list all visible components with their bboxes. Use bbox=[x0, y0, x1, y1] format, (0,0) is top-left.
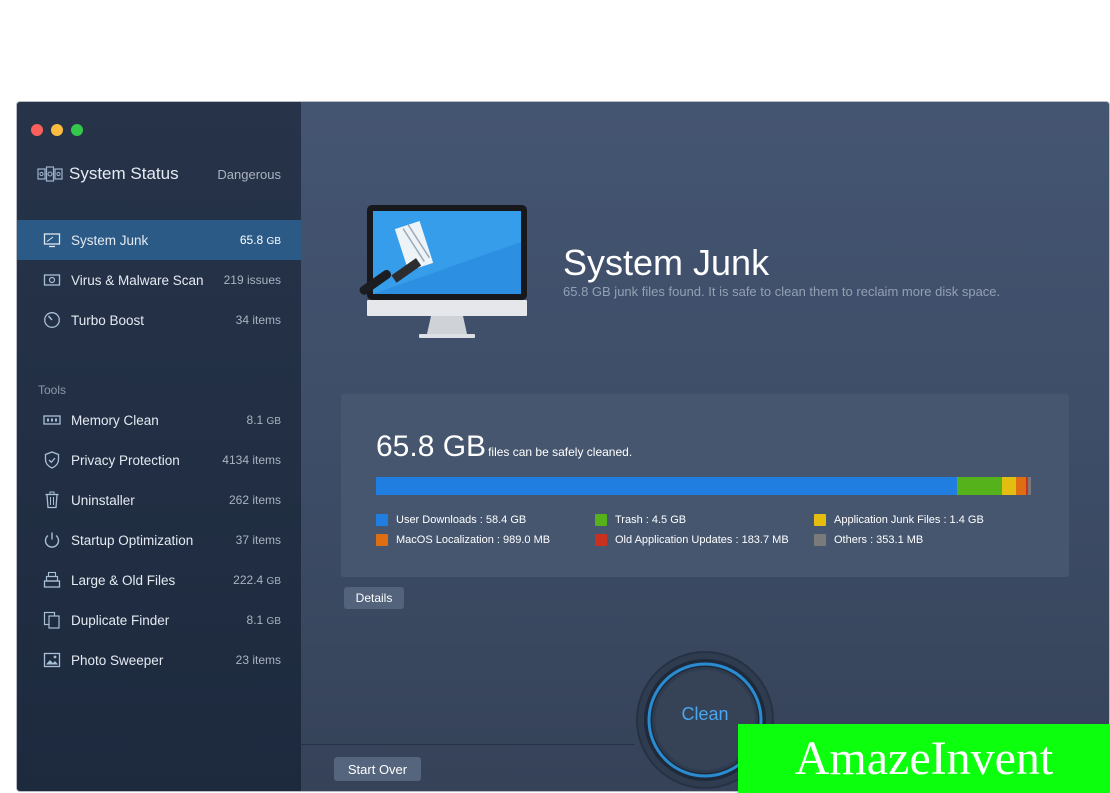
sidebar-item-count: 222.4 GB bbox=[233, 573, 281, 587]
sidebar-item-virus-malware-scan[interactable]: Virus & Malware Scan 219 issues bbox=[17, 260, 301, 300]
system-status-value: Dangerous bbox=[217, 166, 281, 182]
junk-bar-segment bbox=[1001, 477, 1016, 495]
sidebar-item-duplicate-finder[interactable]: Duplicate Finder 8.1 GB bbox=[17, 600, 301, 640]
legend-item: Trash : 4.5 GB bbox=[595, 514, 686, 526]
duplicate-icon bbox=[43, 611, 61, 629]
legend-swatch bbox=[814, 514, 826, 526]
system-status-title: System Status bbox=[69, 164, 179, 183]
legend-label: Others : 353.1 MB bbox=[834, 534, 924, 546]
legend-label: MacOS Localization : 989.0 MB bbox=[396, 534, 551, 546]
sidebar-item-label: Memory Clean bbox=[71, 412, 159, 428]
tools-heading: Tools bbox=[38, 383, 67, 397]
app-window: System Status Dangerous System Junk 65.8… bbox=[17, 102, 1109, 791]
junk-total-suffix: files can be safely cleaned. bbox=[488, 445, 633, 459]
memory-chip-icon bbox=[43, 411, 61, 429]
sidebar-item-label: Duplicate Finder bbox=[71, 612, 170, 628]
sidebar-item-label: Uninstaller bbox=[71, 492, 135, 508]
sidebar-item-turbo-boost[interactable]: Turbo Boost 34 items bbox=[17, 300, 301, 340]
footer-divider bbox=[301, 744, 635, 745]
trash-icon bbox=[43, 491, 61, 509]
system-status-row[interactable]: System Status Dangerous bbox=[37, 162, 281, 186]
sidebar-item-count: 23 items bbox=[235, 653, 281, 667]
legend-item: Application Junk Files : 1.4 GB bbox=[814, 514, 984, 526]
sidebar-item-count: 8.1 GB bbox=[246, 613, 281, 627]
sidebar-item-count: 8.1 GB bbox=[246, 413, 281, 427]
sidebar-item-label: Photo Sweeper bbox=[71, 652, 164, 668]
sidebar-item-label: Privacy Protection bbox=[71, 452, 180, 468]
page-title: System Junk bbox=[563, 242, 770, 283]
legend-label: User Downloads : 58.4 GB bbox=[396, 514, 527, 526]
sidebar-item-label: Virus & Malware Scan bbox=[71, 272, 204, 288]
clean-button-label: Clean bbox=[681, 704, 729, 724]
sidebar-item-count: 4134 items bbox=[222, 453, 281, 467]
virus-scan-icon bbox=[43, 271, 61, 289]
system-status-icon bbox=[37, 166, 63, 182]
details-button[interactable]: Details bbox=[344, 587, 404, 609]
legend-item: MacOS Localization : 989.0 MB bbox=[376, 534, 550, 546]
sidebar-item-memory-clean[interactable]: Memory Clean 8.1 GB bbox=[17, 400, 301, 440]
photo-icon bbox=[43, 651, 61, 669]
junk-total-amount: 65.8 GB bbox=[376, 430, 487, 463]
page-subtitle: 65.8 GB junk files found. It is safe to … bbox=[563, 284, 1001, 299]
junk-breakdown-bar bbox=[376, 477, 1031, 495]
start-over-button[interactable]: Start Over bbox=[334, 757, 421, 781]
legend-swatch bbox=[376, 514, 388, 526]
junk-bar-segment bbox=[957, 477, 1002, 495]
sidebar-item-count: 34 items bbox=[235, 313, 281, 327]
sidebar-item-count: 262 items bbox=[228, 493, 281, 507]
sidebar-item-label: Startup Optimization bbox=[71, 532, 194, 548]
junk-bar-segment bbox=[1027, 477, 1031, 495]
sidebar-item-label: Turbo Boost bbox=[71, 312, 145, 328]
legend-swatch bbox=[814, 534, 826, 546]
sidebar-item-count: 219 issues bbox=[223, 273, 281, 287]
sidebar-item-uninstaller[interactable]: Uninstaller 262 items bbox=[17, 480, 301, 520]
watermark: AmazeInvent bbox=[738, 724, 1110, 793]
minimize-window-button[interactable] bbox=[51, 124, 63, 136]
legend-swatch bbox=[595, 514, 607, 526]
sidebar-item-photo-sweeper[interactable]: Photo Sweeper 23 items bbox=[17, 640, 301, 680]
legend-item: Old Application Updates : 183.7 MB bbox=[595, 534, 789, 546]
junk-bar-segment bbox=[376, 477, 958, 495]
speedometer-icon bbox=[43, 311, 61, 329]
junk-bar-segment bbox=[1015, 477, 1026, 495]
sidebar-item-system-junk[interactable]: System Junk 65.8 GB bbox=[17, 220, 301, 260]
junk-total: 65.8 GB files can be safely cleaned. bbox=[376, 430, 632, 464]
junk-summary-panel: 65.8 GB files can be safely cleaned. User… bbox=[341, 394, 1069, 577]
sidebar-item-privacy-protection[interactable]: Privacy Protection 4134 items bbox=[17, 440, 301, 480]
legend-label: Application Junk Files : 1.4 GB bbox=[834, 514, 984, 526]
legend-label: Trash : 4.5 GB bbox=[615, 514, 687, 526]
power-icon bbox=[43, 531, 61, 549]
shield-icon bbox=[43, 451, 61, 469]
close-window-button[interactable] bbox=[31, 124, 43, 136]
monitor-icon bbox=[43, 231, 61, 249]
sidebar-item-label: System Junk bbox=[71, 232, 149, 248]
legend-item: User Downloads : 58.4 GB bbox=[376, 514, 526, 526]
legend-item: Others : 353.1 MB bbox=[814, 534, 923, 546]
zoom-window-button[interactable] bbox=[71, 124, 83, 136]
sidebar-item-label: Large & Old Files bbox=[71, 572, 176, 588]
imac-cleaning-illustration bbox=[359, 205, 527, 338]
file-stack-icon bbox=[43, 571, 61, 589]
sidebar-item-startup-optimization[interactable]: Startup Optimization 37 items bbox=[17, 520, 301, 560]
legend-swatch bbox=[595, 534, 607, 546]
legend-label: Old Application Updates : 183.7 MB bbox=[615, 534, 789, 546]
main-content: System Junk 65.8 GB junk files found. It… bbox=[301, 102, 1109, 791]
sidebar: System Status Dangerous System Junk 65.8… bbox=[17, 102, 301, 791]
sidebar-item-count: 37 items bbox=[235, 533, 281, 547]
legend-swatch bbox=[376, 534, 388, 546]
sidebar-item-count: 65.8 GB bbox=[239, 233, 281, 247]
sidebar-item-large-old-files[interactable]: Large & Old Files 222.4 GB bbox=[17, 560, 301, 600]
